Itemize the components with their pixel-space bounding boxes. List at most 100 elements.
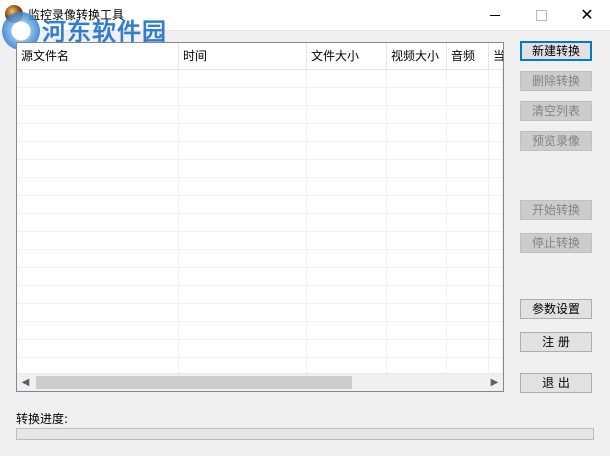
list-cell: [447, 322, 489, 339]
column-file-size[interactable]: 文件大小: [307, 43, 387, 69]
title-bar: 监控录像转换工具 ✕: [0, 0, 610, 31]
list-cell: [179, 232, 307, 249]
list-cell: [17, 178, 179, 195]
scroll-left-icon[interactable]: ◀: [17, 374, 34, 391]
list-row[interactable]: [17, 322, 503, 340]
settings-button[interactable]: 参数设置: [520, 299, 592, 319]
list-cell: [447, 142, 489, 159]
list-cell: [447, 196, 489, 213]
list-cell: [17, 214, 179, 231]
list-cell: [179, 286, 307, 303]
list-cell: [387, 160, 447, 177]
list-cell: [179, 142, 307, 159]
list-cell: [17, 322, 179, 339]
list-cell: [17, 340, 179, 357]
stop-convert-button[interactable]: 停止转换: [520, 233, 592, 253]
register-button[interactable]: 注 册: [520, 332, 592, 352]
list-cell: [179, 88, 307, 105]
start-convert-button[interactable]: 开始转换: [520, 200, 592, 220]
list-cell: [179, 106, 307, 123]
list-cell: [17, 196, 179, 213]
preview-button[interactable]: 预览录像: [520, 131, 592, 151]
list-cell: [489, 160, 503, 177]
list-cell: [179, 340, 307, 357]
list-cell: [307, 142, 387, 159]
list-row[interactable]: [17, 286, 503, 304]
column-audio[interactable]: 音频: [447, 43, 489, 69]
list-row[interactable]: [17, 304, 503, 322]
list-row[interactable]: [17, 196, 503, 214]
list-row[interactable]: [17, 268, 503, 286]
list-row[interactable]: [17, 70, 503, 88]
column-source-file[interactable]: 源文件名: [17, 43, 179, 69]
list-cell: [179, 70, 307, 87]
column-video-size[interactable]: 视频大小: [387, 43, 447, 69]
list-cell: [387, 304, 447, 321]
list-row[interactable]: [17, 340, 503, 358]
list-cell: [179, 124, 307, 141]
list-cell: [489, 142, 503, 159]
delete-convert-button[interactable]: 删除转换: [520, 71, 592, 91]
list-cell: [387, 232, 447, 249]
maximize-button[interactable]: [518, 0, 564, 30]
column-time[interactable]: 时间: [179, 43, 307, 69]
list-cell: [17, 286, 179, 303]
list-cell: [387, 142, 447, 159]
list-row[interactable]: [17, 106, 503, 124]
list-cell: [447, 268, 489, 285]
list-cell: [387, 340, 447, 357]
list-row[interactable]: [17, 250, 503, 268]
list-row[interactable]: [17, 178, 503, 196]
list-cell: [17, 124, 179, 141]
list-row[interactable]: [17, 214, 503, 232]
close-icon: ✕: [580, 5, 594, 24]
new-convert-button[interactable]: 新建转换: [520, 41, 592, 61]
list-cell: [447, 178, 489, 195]
horizontal-scrollbar[interactable]: ◀ ▶: [17, 373, 503, 391]
list-cell: [179, 304, 307, 321]
list-cell: [387, 196, 447, 213]
list-cell: [17, 304, 179, 321]
list-cell: [307, 214, 387, 231]
list-cell: [17, 88, 179, 105]
list-row[interactable]: [17, 124, 503, 142]
scrollbar-thumb[interactable]: [36, 376, 352, 389]
list-cell: [387, 286, 447, 303]
maximize-icon: [535, 9, 547, 21]
list-cell: [179, 214, 307, 231]
list-cell: [17, 70, 179, 87]
list-cell: [447, 88, 489, 105]
list-cell: [17, 106, 179, 123]
scroll-right-icon[interactable]: ▶: [486, 374, 503, 391]
list-row[interactable]: [17, 232, 503, 250]
column-status[interactable]: 当: [489, 43, 503, 69]
list-cell: [387, 124, 447, 141]
list-rows: [17, 70, 503, 391]
close-button[interactable]: ✕: [564, 0, 610, 30]
list-cell: [307, 322, 387, 339]
list-cell: [489, 124, 503, 141]
list-cell: [179, 250, 307, 267]
list-cell: [307, 160, 387, 177]
list-cell: [489, 178, 503, 195]
list-cell: [387, 322, 447, 339]
list-cell: [489, 250, 503, 267]
list-row[interactable]: [17, 142, 503, 160]
clear-list-button[interactable]: 清空列表: [520, 101, 592, 121]
list-row[interactable]: [17, 160, 503, 178]
list-cell: [307, 340, 387, 357]
list-cell: [387, 268, 447, 285]
list-row[interactable]: [17, 88, 503, 106]
list-cell: [387, 70, 447, 87]
list-cell: [489, 304, 503, 321]
list-cell: [387, 214, 447, 231]
exit-button[interactable]: 退 出: [520, 373, 592, 393]
minimize-button[interactable]: [472, 0, 518, 30]
list-cell: [447, 232, 489, 249]
file-list[interactable]: 源文件名 时间 文件大小 视频大小 音频 当 ◀ ▶: [16, 42, 504, 392]
list-cell: [387, 178, 447, 195]
list-cell: [447, 70, 489, 87]
list-cell: [307, 106, 387, 123]
list-cell: [489, 88, 503, 105]
list-cell: [17, 232, 179, 249]
